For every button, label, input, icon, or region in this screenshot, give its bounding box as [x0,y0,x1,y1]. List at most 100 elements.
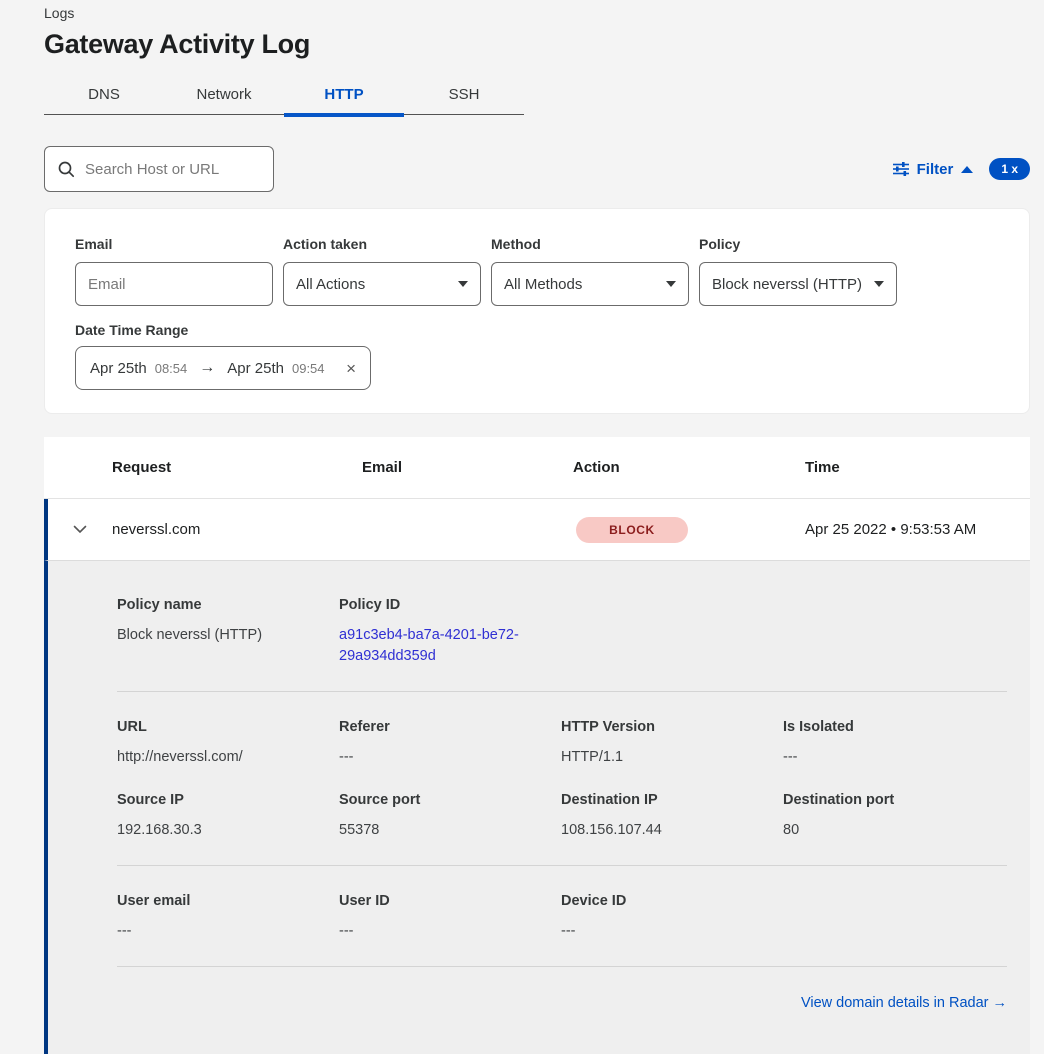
row-action-cell: BLOCK [573,517,805,543]
table-row[interactable]: neverssl.com BLOCK Apr 25 2022 • 9:53:53… [44,499,1030,560]
request-section-row-1: URL http://neverssl.com/ Referer --- HTT… [117,719,1007,768]
method-filter-label: Method [491,236,689,252]
range-end-time[interactable]: 09:54 [292,361,325,376]
filter-panel: Email Action taken All Actions Method Al… [44,208,1030,414]
destination-port-value: 80 [783,820,991,841]
section-divider [117,691,1007,692]
view-domain-details-radar-link[interactable]: View domain details in Radar → [801,995,1007,1011]
user-section: User email --- User ID --- Device ID --- [117,893,1007,942]
column-header-time: Time [805,459,1030,476]
range-arrow-icon: → [199,359,215,377]
section-divider [117,966,1007,967]
search-box[interactable] [44,146,274,192]
device-id-value: --- [561,921,991,942]
source-port-value: 55378 [339,820,545,841]
filter-toggle-button[interactable]: Filter [917,161,954,178]
column-header-request: Request [112,459,362,476]
source-port-field: Source port 55378 [339,792,561,841]
chevron-down-icon [666,281,676,287]
request-section-row-2: Source IP 192.168.30.3 Source port 55378… [117,792,1007,841]
email-filter-input[interactable] [88,276,260,293]
policy-name-label: Policy name [117,597,323,613]
date-time-range-picker[interactable]: Apr 25th 08:54 → Apr 25th 09:54 × [75,346,371,390]
column-header-email: Email [362,459,573,476]
tab-dns[interactable]: DNS [44,74,164,114]
source-ip-field: Source IP 192.168.30.3 [117,792,339,841]
row-expanded-details: Policy name Block neverssl (HTTP) Policy… [44,560,1030,1054]
tab-network[interactable]: Network [164,74,284,114]
clear-range-icon[interactable]: × [346,360,356,377]
user-email-label: User email [117,893,323,909]
method-filter-field: Method All Methods [491,236,689,306]
http-version-value: HTTP/1.1 [561,747,767,768]
method-selected-value: All Methods [504,276,582,293]
source-ip-label: Source IP [117,792,323,808]
destination-port-label: Destination port [783,792,991,808]
filter-row-1: Email Action taken All Actions Method Al… [75,236,999,306]
email-filter-field: Email [75,236,273,306]
radar-link-row: View domain details in Radar → [117,994,1007,1012]
action-taken-selected-value: All Actions [296,276,365,293]
filter-sliders-icon [892,160,910,178]
gateway-activity-log-page: Logs Gateway Activity Log DNS Network HT… [44,0,1030,1054]
filter-controls: Filter 1 x [892,158,1030,180]
user-id-value: --- [339,921,545,942]
destination-port-field: Destination port 80 [783,792,1007,841]
policy-select[interactable]: Block neverssl (HTTP) [699,262,897,306]
tab-ssh[interactable]: SSH [404,74,524,114]
chevron-down-icon [458,281,468,287]
is-isolated-field: Is Isolated --- [783,719,1007,768]
policy-id-label: Policy ID [339,597,545,613]
page-title: Gateway Activity Log [44,29,1030,60]
search-input[interactable] [85,161,284,178]
action-taken-filter-field: Action taken All Actions [283,236,481,306]
http-version-label: HTTP Version [561,719,767,735]
policy-selected-value: Block neverssl (HTTP) [712,276,862,293]
policy-section: Policy name Block neverssl (HTTP) Policy… [117,597,1007,667]
filter-count-badge[interactable]: 1 x [989,158,1030,180]
user-email-field: User email --- [117,893,339,942]
block-status-badge: BLOCK [576,517,688,543]
http-version-field: HTTP Version HTTP/1.1 [561,719,783,768]
referer-value: --- [339,747,545,768]
source-port-label: Source port [339,792,545,808]
destination-ip-label: Destination IP [561,792,767,808]
range-start-date[interactable]: Apr 25th [90,360,147,377]
action-taken-filter-label: Action taken [283,236,481,252]
is-isolated-label: Is Isolated [783,719,991,735]
email-filter-label: Email [75,236,273,252]
referer-field: Referer --- [339,719,561,768]
device-id-field: Device ID --- [561,893,1007,942]
method-select[interactable]: All Methods [491,262,689,306]
destination-ip-field: Destination IP 108.156.107.44 [561,792,783,841]
tab-http[interactable]: HTTP [284,74,404,114]
row-expand-chevron-icon[interactable] [73,525,87,534]
range-end-date[interactable]: Apr 25th [227,360,284,377]
row-time-cell: Apr 25 2022 • 9:53:53 AM [805,521,1030,538]
action-taken-select[interactable]: All Actions [283,262,481,306]
toolbar: Filter 1 x [44,146,1030,192]
url-label: URL [117,719,323,735]
row-request-host: neverssl.com [112,521,362,538]
search-icon [57,160,75,178]
destination-ip-value: 108.156.107.44 [561,820,767,841]
date-time-range-label: Date Time Range [75,322,999,338]
column-header-action: Action [573,459,805,476]
date-time-range-field: Date Time Range Apr 25th 08:54 → Apr 25t… [75,322,999,390]
user-email-value: --- [117,921,323,942]
table-header-row: Request Email Action Time [44,437,1030,499]
policy-name-field: Policy name Block neverssl (HTTP) [117,597,339,667]
url-value: http://neverssl.com/ [117,747,323,768]
policy-id-link[interactable]: a91c3eb4-ba7a-4201-be72-29a934dd359d [339,627,519,664]
policy-filter-field: Policy Block neverssl (HTTP) [699,236,897,306]
activity-log-table: Request Email Action Time neverssl.com B… [44,437,1030,1054]
referer-label: Referer [339,719,545,735]
source-ip-value: 192.168.30.3 [117,820,323,841]
user-id-field: User ID --- [339,893,561,942]
policy-name-value: Block neverssl (HTTP) [117,625,323,646]
user-id-label: User ID [339,893,545,909]
range-start-time[interactable]: 08:54 [155,361,188,376]
tab-bar: DNS Network HTTP SSH [44,74,524,115]
filter-collapse-caret-icon[interactable] [961,166,973,173]
is-isolated-value: --- [783,747,991,768]
